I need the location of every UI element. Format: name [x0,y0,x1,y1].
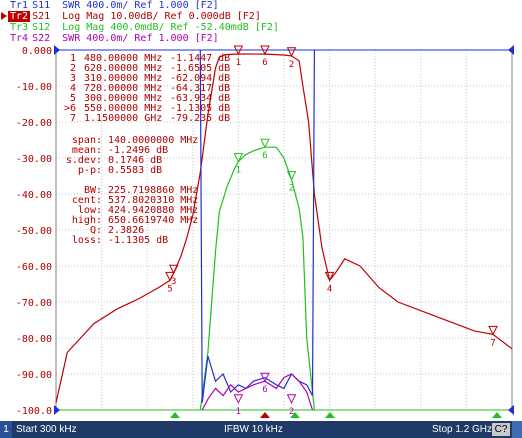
vna-screen: Tr1 S11 SWR 400.0m/ Ref 1.000 [F2] Tr2 S21… [0,0,522,438]
y-tick-label: 0.000 [22,46,52,57]
stats-label: p-p: [78,165,102,176]
marker-flag-label: 4 [327,284,332,294]
measurement-plot[interactable]: 0.000 -10.00 -20.00 -30.00 -40.00 -50.00 -60.0… [0,0,522,421]
ref-arrow-right-bottom-icon [508,405,514,415]
stop-frequency[interactable]: Stop 1.2 GHz [432,424,492,435]
marker-num: 7 [70,113,76,124]
bottom-marker-icon [170,412,180,418]
marker-flag-icon [260,138,270,149]
stats-value: 0.5583 dB [108,165,162,176]
status-bar: 1 Start 300 kHz IFBW 10 kHz Stop 1.2 GHz… [0,421,522,438]
correction-button[interactable]: C? [492,423,510,436]
start-frequency[interactable]: Start 300 kHz [16,424,77,435]
marker-flag-label: 1 [236,58,241,68]
bottom-marker-icon [325,412,335,418]
marker-flag-icon [286,47,297,57]
y-tick-label: -40.00 [16,190,52,201]
trace-s12 [199,146,315,411]
marker-freq: 1.1500000 GHz [84,113,162,124]
channel-number[interactable]: 1 [0,421,12,438]
marker-flag-label: 6 [262,58,267,68]
status-indicator-icon [512,421,522,438]
marker-flag-label: 5 [167,284,172,294]
marker-flag-label: 1 [236,407,241,417]
marker-flag-label: 6 [262,151,267,161]
ref-arrow-left-bottom-icon [54,405,60,415]
y-tick-label: -100.0 [16,406,52,417]
marker-flag-label: 1 [236,166,241,176]
ref-arrow-right-icon [508,45,514,55]
marker-flag-icon [233,153,244,163]
y-tick-label: -10.00 [16,82,52,93]
bw-value: -1.1305 dB [108,235,168,246]
y-tick-label: -20.00 [16,118,52,129]
ref-arrow-left-icon [54,45,60,55]
marker-flag-label: 2 [289,60,294,70]
marker-flag-label: 7 [490,338,495,348]
marker-flag-label: 2 [289,184,294,194]
y-tick-label: -60.00 [16,262,52,273]
bottom-marker-icon [492,412,502,418]
marker-flag-icon [286,394,297,404]
y-tick-label: -90.00 [16,370,52,381]
y-tick-label: -50.00 [16,226,52,237]
ifbw-value[interactable]: IFBW 10 kHz [224,424,283,435]
y-tick-label: -70.00 [16,298,52,309]
marker-flag-label: 6 [262,385,267,395]
bottom-marker-icon [260,412,270,418]
marker-flag-icon [488,325,498,336]
y-tick-label: -30.00 [16,154,52,165]
y-tick-label: -80.00 [16,334,52,345]
bw-label: loss: [72,235,102,246]
marker-value: -79.235 dB [170,113,230,124]
